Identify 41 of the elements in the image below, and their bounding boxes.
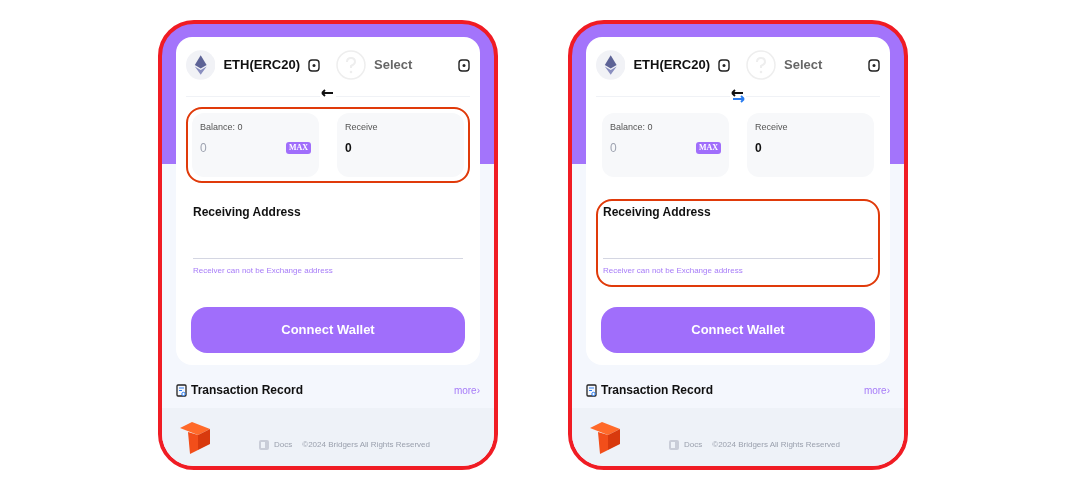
logo-icon [588, 420, 622, 454]
token-select[interactable]: Select [784, 55, 823, 75]
document-icon [258, 439, 270, 451]
copyright-text: ©2024 Bridgers All Rights Reserved [712, 439, 840, 451]
dropdown-icon[interactable] [718, 58, 730, 72]
section-title: Transaction Record [191, 382, 304, 399]
dropdown-icon[interactable] [308, 58, 320, 72]
receive-value: 0 [755, 139, 763, 157]
connect-wallet-button[interactable]: Connect Wallet [601, 307, 875, 353]
ethereum-icon [186, 50, 216, 80]
max-button[interactable]: MAX [285, 141, 311, 154]
amount-field[interactable]: 0 [200, 138, 260, 157]
amount-field[interactable]: 0 [610, 138, 670, 157]
docs-link[interactable]: Docs [274, 439, 293, 451]
receive-value: 0 [345, 139, 353, 157]
connect-wallet-button[interactable]: Connect Wallet [191, 307, 465, 353]
more-link[interactable]: more› [863, 382, 890, 398]
token-name: ETH(ERC20) [223, 56, 300, 75]
token-name: ETH(ERC20) [633, 56, 710, 75]
swap-icon[interactable] [730, 88, 746, 104]
receive-label: Receive [755, 121, 789, 134]
more-link[interactable]: more› [453, 382, 480, 398]
ethereum-icon [596, 50, 626, 80]
balance-label: Balance: 0 [610, 121, 654, 134]
document-icon [586, 383, 597, 397]
receive-label: Receive [345, 121, 379, 134]
docs-link[interactable]: Docs [684, 439, 703, 451]
field-label: Receiving Address [603, 204, 712, 221]
max-button[interactable]: MAX [695, 141, 721, 154]
balance-label: Balance: 0 [200, 121, 244, 134]
section-title: Transaction Record [601, 382, 714, 399]
document-icon [176, 383, 187, 397]
hint-text: Receiver can not be Exchange address [603, 265, 744, 277]
hint-text: Receiver can not be Exchange address [193, 265, 334, 277]
token-select[interactable]: Select [374, 55, 413, 75]
dropdown-icon[interactable] [458, 58, 470, 72]
logo-icon [178, 420, 212, 454]
dropdown-icon[interactable] [868, 58, 880, 72]
document-icon [668, 439, 680, 451]
copyright-text: ©2024 Bridgers All Rights Reserved [302, 439, 430, 451]
field-label: Receiving Address [193, 204, 302, 221]
